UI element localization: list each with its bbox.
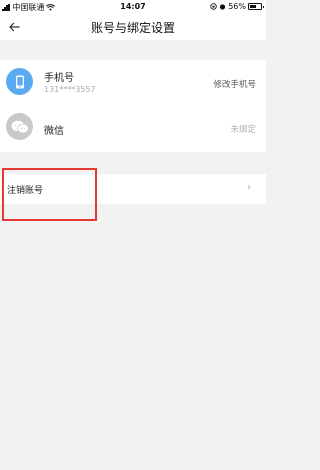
phone-icon	[15, 75, 24, 88]
phone-number: 131****3557	[44, 85, 96, 94]
change-phone-link[interactable]: 修改手机号	[213, 78, 256, 90]
phone-label: 手机号	[44, 73, 74, 84]
highlight-annotation	[2, 168, 97, 221]
accounts-card: 手机号 131****3557 修改手机号 微信 未绑定	[0, 60, 266, 152]
wechat-bind-status[interactable]: 未绑定	[230, 123, 256, 135]
phone-row[interactable]: 手机号 131****3557 修改手机号	[0, 60, 266, 106]
wechat-row[interactable]: 微信 未绑定	[0, 106, 266, 152]
wechat-label: 微信	[44, 126, 64, 137]
battery-percent: 56%	[228, 2, 246, 11]
nav-bar: 账号与绑定设置	[0, 14, 266, 40]
page-title: 账号与绑定设置	[90, 21, 175, 35]
status-right: 56%	[210, 2, 264, 11]
wechat-icon	[11, 120, 29, 133]
battery-fill	[250, 5, 256, 8]
wechat-avatar	[6, 113, 33, 140]
phone-avatar	[6, 68, 33, 95]
battery-icon	[248, 3, 264, 10]
chevron-right-icon: ›	[247, 182, 251, 193]
alarm-icon	[220, 4, 226, 10]
status-bar: 中国联通 14:07 56%	[0, 0, 266, 14]
lock-rotation-icon	[210, 3, 217, 10]
